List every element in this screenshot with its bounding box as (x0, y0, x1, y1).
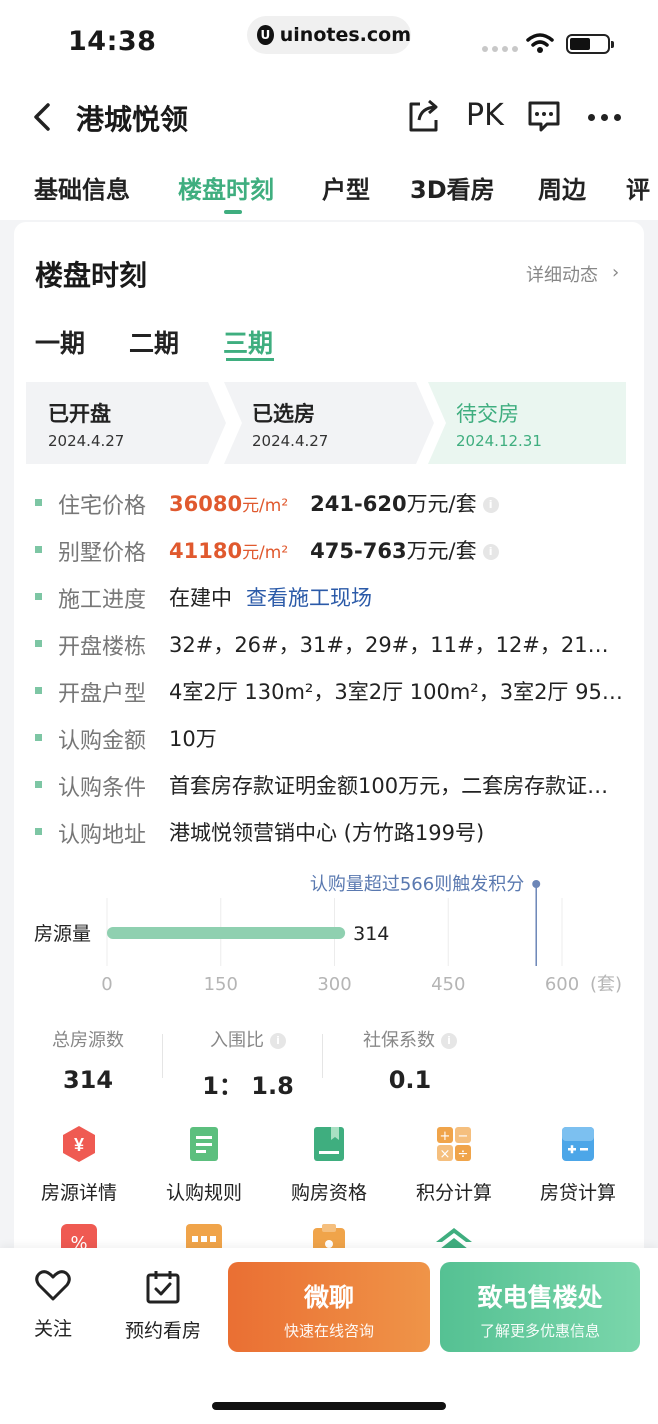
share-icon[interactable] (406, 98, 440, 134)
back-icon[interactable] (30, 102, 56, 132)
stat-social-coef: 社保系数 i 0.1 (330, 1026, 490, 1094)
stat-total-units: 总房源数 314 (52, 1030, 124, 1094)
phase-tab-1[interactable]: 一期 (35, 324, 85, 360)
tool-mortgage-calc[interactable]: 房贷计算 (523, 1124, 633, 1205)
tool-purchase-rules[interactable]: 认购规则 (149, 1124, 259, 1205)
step-opened: 已开盘 2024.4.27 (26, 382, 226, 464)
x-unit-label: (套) (590, 974, 622, 995)
svg-text:−: − (458, 1129, 469, 1144)
stat-ratio: 入围比 i 1： 1.8 (202, 1030, 294, 1100)
document-icon (190, 1127, 218, 1161)
site-logo-icon: U (257, 25, 274, 45)
nav-bar: 港城悦领 PK (0, 80, 658, 154)
building-icon[interactable] (184, 1222, 224, 1250)
x-tick-label: 150 (204, 974, 238, 995)
signal-icon (482, 46, 518, 52)
calculator-icon (562, 1127, 594, 1161)
more-icon[interactable] (588, 114, 621, 121)
x-tick-label: 600 (545, 974, 579, 995)
step-selected: 已选房 2024.4.27 (224, 382, 436, 464)
tool-eligibility[interactable]: 购房资格 (274, 1124, 384, 1205)
tab-surroundings[interactable]: 周边 (538, 170, 586, 205)
x-tick-label: 450 (431, 974, 465, 995)
section-title: 楼盘时刻 (35, 259, 148, 292)
bar (107, 927, 346, 939)
calendar-check-icon (146, 1271, 180, 1304)
house-icon[interactable] (434, 1222, 474, 1250)
tab-layouts[interactable]: 户型 (322, 170, 370, 205)
tab-reviews[interactable]: 评 (626, 170, 650, 205)
page-title: 港城悦领 (76, 103, 189, 136)
villa-price: 41180 (169, 539, 243, 563)
url-pill[interactable]: U uinotes.com (247, 16, 411, 54)
percent-icon[interactable]: % (59, 1222, 99, 1250)
phase-tab-2[interactable]: 二期 (129, 324, 179, 360)
phase-tab-3[interactable]: 三期 (223, 324, 273, 360)
category-label: 房源量 (34, 923, 91, 945)
svg-text:×: × (440, 1147, 451, 1162)
info-icon[interactable]: i (482, 497, 499, 513)
info-buildings: 开盘楼栋 32#，26#，31#，29#，11#，12#，21#，22# (35, 627, 635, 659)
info-icon[interactable]: i (482, 544, 499, 560)
bar-value-label: 314 (353, 923, 389, 945)
tab-bar: 基础信息 楼盘时刻 户型 3D看房 周边 评 (0, 160, 658, 220)
call-sales-button[interactable]: 致电售楼处 了解更多优惠信息 (440, 1262, 640, 1352)
pk-button[interactable]: PK (466, 98, 504, 133)
tab-moments[interactable]: 楼盘时刻 (178, 170, 274, 205)
clipboard-icon[interactable] (309, 1222, 349, 1250)
tab-3d-tour[interactable]: 3D看房 (410, 170, 495, 205)
svg-text:¥: ¥ (74, 1135, 84, 1155)
info-layouts: 开盘户型 4室2厅 130m²，3室2厅 100m²，3室2厅 95m² (35, 674, 635, 706)
info-conditions: 认购条件 首套房存款证明金额100万元，二套房存款证明金额 (35, 768, 635, 800)
info-icon[interactable]: i (441, 1033, 457, 1049)
chevron-right-icon[interactable]: › (612, 262, 619, 283)
battery-icon (566, 34, 614, 54)
calculator-grid-icon: + − × ÷ (437, 1127, 471, 1162)
follow-button[interactable]: 关注 (8, 1270, 98, 1341)
sales-progress: 已开盘 2024.4.27 已选房 2024.4.27 待交房 2024.12.… (26, 382, 626, 464)
step-delivery: 待交房 2024.12.31 (428, 382, 626, 464)
message-icon[interactable] (527, 99, 561, 135)
tool-points-calc[interactable]: + − × ÷ 积分计算 (399, 1124, 509, 1205)
yuan-hexagon-icon: ¥ (63, 1126, 95, 1162)
supply-bar-chart: 0 150 300 450 600 (套) 认购量超过566则触发积分房源量 314 (34, 874, 622, 995)
clock: 14:38 (68, 26, 157, 57)
status-bar: 14:38 U uinotes.com (0, 0, 658, 80)
home-indicator (212, 1402, 446, 1410)
x-tick-label: 0 (101, 974, 112, 995)
svg-text:+: + (440, 1129, 451, 1144)
threshold-marker (532, 880, 541, 888)
url-text: uinotes.com (279, 24, 411, 46)
svg-text:÷: ÷ (458, 1147, 469, 1162)
heart-icon (35, 1270, 71, 1301)
residential-price: 36080 (169, 492, 243, 516)
detail-link[interactable]: 详细动态 (526, 261, 598, 287)
tool-listing-details[interactable]: ¥ 房源详情 (24, 1124, 134, 1205)
tab-indicator (224, 210, 242, 214)
bookmark-book-icon (314, 1127, 344, 1161)
divider (322, 1034, 323, 1078)
threshold-annotation: 认购量超过566则触发积分 (310, 874, 524, 895)
info-villa-price: 别墅价格 41180元/m² 475-763万元/套 i (35, 533, 635, 565)
tab-basic-info[interactable]: 基础信息 (34, 170, 130, 205)
divider (162, 1034, 163, 1078)
info-icon[interactable]: i (270, 1033, 286, 1049)
x-tick-label: 300 (317, 974, 351, 995)
info-residential-price: 住宅价格 36080元/m² 241-620万元/套 i (35, 486, 635, 518)
chat-button[interactable]: 微聊 快速在线咨询 (228, 1262, 430, 1352)
info-construction: 施工进度 在建中 查看施工现场 (35, 580, 635, 612)
wifi-icon (526, 33, 554, 53)
book-viewing-button[interactable]: 预约看房 (118, 1270, 208, 1343)
view-site-link[interactable]: 查看施工现场 (246, 586, 372, 610)
info-deposit: 认购金额 10万 (35, 721, 635, 753)
phase-indicator (226, 358, 274, 361)
info-address: 认购地址 港城悦领营销中心 (方竹路199号) (35, 815, 635, 847)
